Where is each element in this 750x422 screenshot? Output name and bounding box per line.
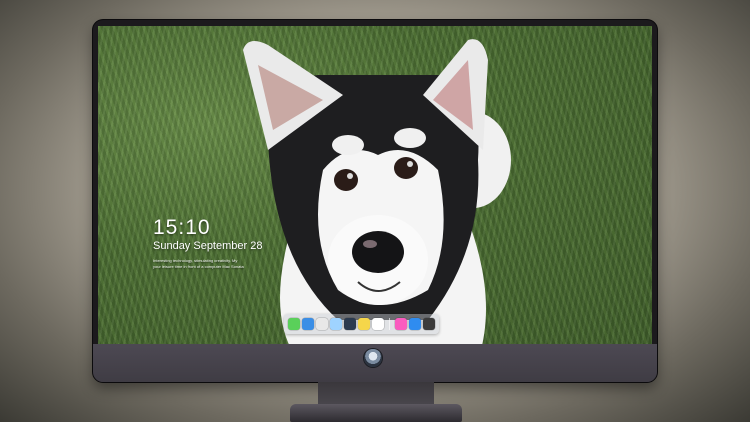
safari-icon[interactable] [316,318,328,330]
monitor-stand-neck [318,382,434,406]
messages-icon[interactable] [288,318,300,330]
notes-icon[interactable] [358,318,370,330]
wallpaper-husky [243,39,511,356]
lock-screen[interactable]: 15:10 Sunday September 28 Interesting te… [98,26,652,356]
monitor-chin [93,344,657,382]
preview-icon[interactable] [330,318,342,330]
dock-separator [389,318,390,330]
photos-icon[interactable] [372,318,384,330]
app-store-icon[interactable] [409,318,421,330]
brand-logo-icon [364,349,382,367]
imac-monitor: 15:10 Sunday September 28 Interesting te… [93,20,657,382]
dock [284,314,439,334]
camera-icon[interactable] [423,318,435,330]
monitor-stand-base [290,404,462,422]
music-icon[interactable] [395,318,407,330]
caption-line: your leisure time in front of a computer… [153,264,244,269]
lock-screen-clock: 15:10 [153,216,211,239]
finder-icon[interactable] [302,318,314,330]
video-editor-icon[interactable] [344,318,356,330]
lock-screen-caption: Interesting technology, stimulating crea… [153,258,273,270]
lock-screen-date: Sunday September 28 [153,240,263,252]
